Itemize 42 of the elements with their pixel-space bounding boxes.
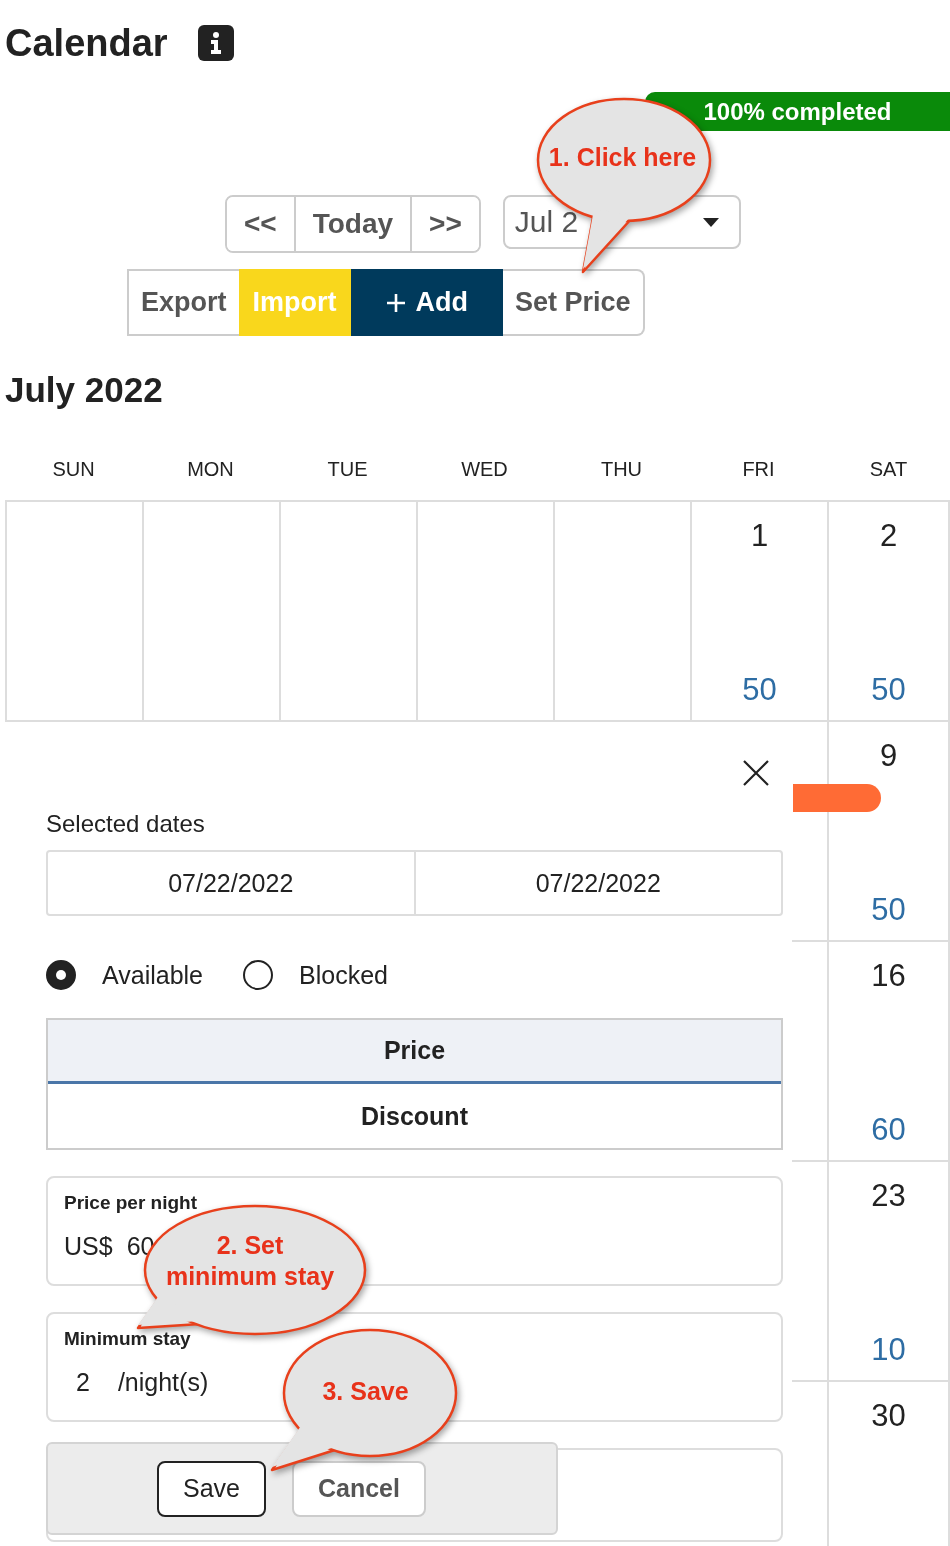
day-price: 50 bbox=[742, 672, 777, 708]
info-icon[interactable] bbox=[197, 25, 234, 61]
weekday-label: SAT bbox=[868, 458, 909, 482]
day-price: 60 bbox=[871, 1112, 906, 1148]
day-cell[interactable]: 2 50 bbox=[829, 502, 950, 722]
radio-button[interactable] bbox=[243, 960, 273, 990]
day-price: 50 bbox=[871, 672, 906, 708]
day-number: 16 bbox=[871, 958, 906, 994]
field-label: Selected dates bbox=[46, 810, 206, 838]
weekday-label: TUE bbox=[326, 458, 369, 482]
day-number: 2 bbox=[879, 518, 898, 554]
weekday-label: WED bbox=[460, 458, 509, 482]
day-number: 23 bbox=[871, 1178, 906, 1214]
plus-icon bbox=[385, 292, 406, 313]
day-price: 10 bbox=[871, 1332, 906, 1368]
action-button[interactable]: Add bbox=[350, 269, 503, 336]
day-price: 50 bbox=[871, 892, 906, 928]
month-title: July 2022 bbox=[5, 370, 164, 410]
day-cell[interactable]: 23 10 bbox=[829, 1162, 950, 1382]
form-button[interactable]: Cancel bbox=[292, 1460, 426, 1517]
day-cell[interactable]: 16 60 bbox=[829, 942, 950, 1162]
radio-button[interactable] bbox=[46, 960, 76, 990]
day-number: 30 bbox=[871, 1398, 906, 1434]
close-icon[interactable] bbox=[743, 760, 769, 786]
event-bar[interactable] bbox=[793, 784, 881, 812]
day-number: 1 bbox=[750, 518, 769, 554]
radio-label: Blocked bbox=[299, 960, 388, 990]
day-number: 9 bbox=[879, 738, 898, 774]
progress-label: 100% completed bbox=[702, 97, 893, 127]
nav-button[interactable]: << bbox=[227, 197, 296, 251]
weekday-label: THU bbox=[599, 458, 644, 482]
radio-label: Available bbox=[102, 960, 203, 990]
action-button[interactable]: Export bbox=[127, 269, 239, 336]
page-title: Calendar bbox=[5, 21, 168, 65]
weekday-label: MON bbox=[186, 458, 235, 482]
tab[interactable]: Price bbox=[48, 1020, 781, 1084]
weekday-label: SUN bbox=[51, 458, 96, 482]
caret-icon bbox=[702, 217, 719, 227]
weekday-label: FRI bbox=[741, 458, 776, 482]
day-cell[interactable]: 30 bbox=[829, 1382, 950, 1546]
action-button[interactable]: Set Price bbox=[503, 269, 645, 336]
form-button[interactable]: Save bbox=[157, 1460, 266, 1517]
